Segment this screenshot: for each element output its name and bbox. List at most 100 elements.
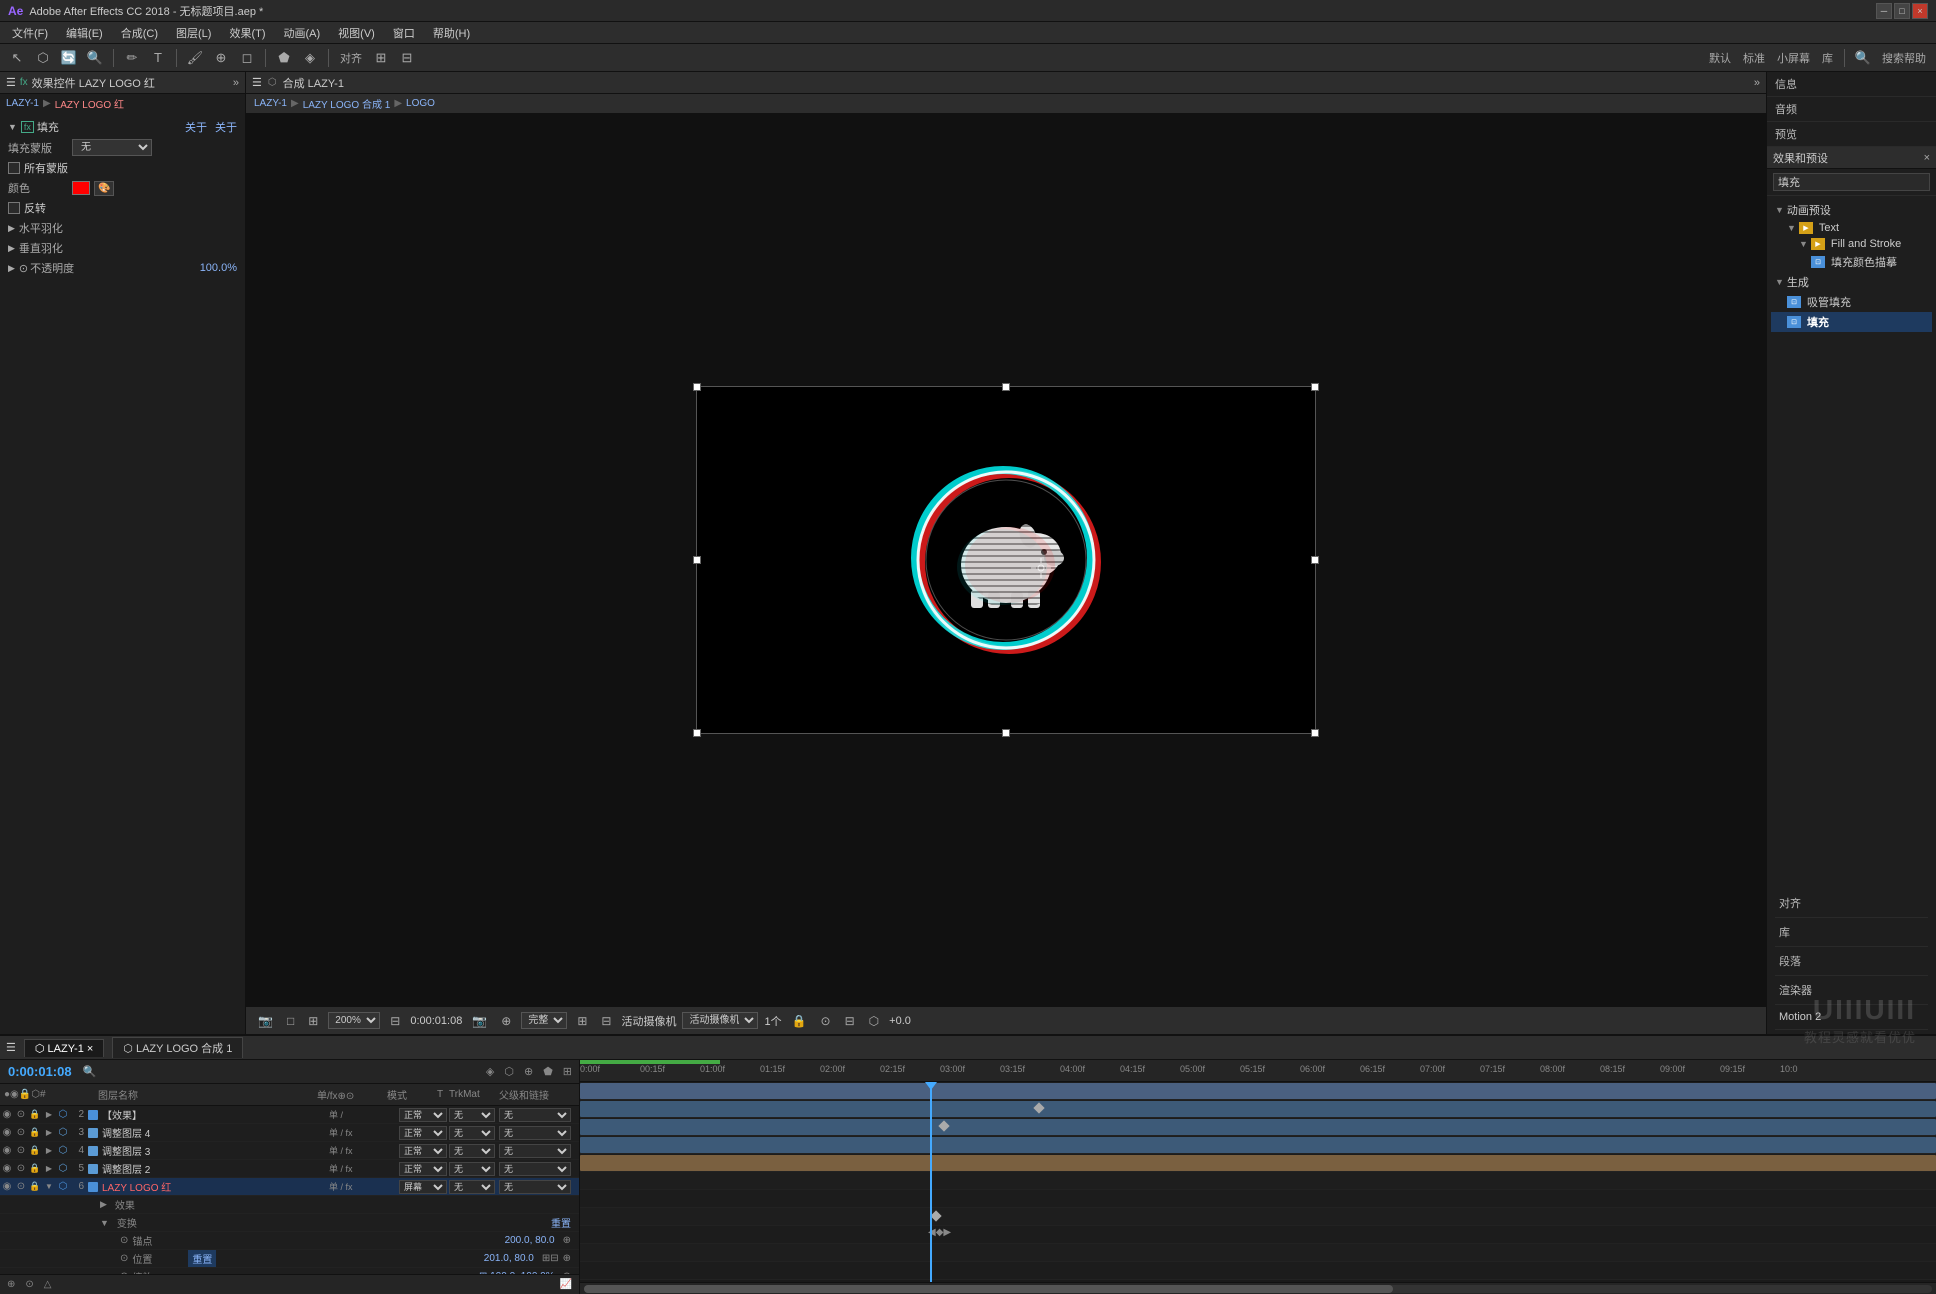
layer-4-solo[interactable]: ⊙	[14, 1145, 28, 1156]
all-masks-check[interactable]: 所有蒙版	[8, 160, 68, 176]
right-preview[interactable]: 预览	[1767, 122, 1936, 147]
timeline-scrollbar[interactable]	[580, 1282, 1936, 1294]
timeline-menu-icon[interactable]: ☰	[6, 1041, 16, 1054]
track-bar-3[interactable]	[580, 1101, 1936, 1117]
tool-zoom[interactable]: 🔍	[84, 47, 106, 69]
sub-position-value[interactable]: 201.0, 80.0	[484, 1253, 542, 1264]
layer-3-name[interactable]: 调整图层 4	[100, 1125, 329, 1140]
quality-select[interactable]: 完整 1/2 1/4	[521, 1012, 567, 1029]
layer-3-visibility[interactable]: ◉	[0, 1127, 14, 1138]
effects-close-btn[interactable]: ×	[1924, 152, 1930, 164]
preview-fit-btn[interactable]: ⊟	[386, 1013, 404, 1029]
comp-menu-icon[interactable]: ☰	[252, 76, 262, 89]
handle-bc[interactable]	[1002, 729, 1010, 737]
preview-grid-btn[interactable]: ⊞	[573, 1013, 591, 1029]
layer-6-lock[interactable]: 🔒	[28, 1181, 42, 1192]
tree-eyedropper-fill[interactable]: ⊡ 吸管填充	[1771, 292, 1932, 312]
tl-mode-btn[interactable]: ◈	[483, 1064, 497, 1079]
bc-lazylogo[interactable]: LAZY LOGO 合成 1	[303, 96, 391, 111]
layer-2-parent-select[interactable]: 无	[499, 1108, 571, 1122]
layer-5-parent-select[interactable]: 无	[499, 1162, 571, 1176]
tool-align[interactable]: ⊞	[370, 47, 392, 69]
fill-reset-label[interactable]: 关于	[215, 119, 237, 135]
tl-graph-btn[interactable]: 📈	[557, 1278, 575, 1291]
layer-3-lock[interactable]: 🔒	[28, 1127, 42, 1138]
layer-4-lock[interactable]: 🔒	[28, 1145, 42, 1156]
tool-pen[interactable]: ✏	[121, 47, 143, 69]
zoom-select[interactable]: 200% 100% 50%	[328, 1012, 380, 1029]
layer-5-lock[interactable]: 🔒	[28, 1163, 42, 1174]
tool-text[interactable]: T	[147, 47, 169, 69]
handle-mr[interactable]	[1311, 556, 1319, 564]
preview-regions-btn[interactable]: □	[283, 1013, 298, 1029]
layer-6-name[interactable]: LAZY LOGO 红	[100, 1179, 329, 1194]
tl-motion-btn[interactable]: ⊕	[521, 1064, 536, 1079]
handle-tr[interactable]	[1311, 383, 1319, 391]
tab-lazylogo[interactable]: ⬡ LAZY LOGO 合成 1	[112, 1037, 243, 1058]
tool-puppet[interactable]: ◈	[299, 47, 321, 69]
tree-fill-stroke-folder[interactable]: ▼ ▶ Fill and Stroke	[1771, 236, 1932, 252]
color-swatch[interactable]	[72, 181, 90, 195]
layer-6-parent-select[interactable]: 无	[499, 1180, 571, 1194]
tree-generate-group[interactable]: ▼ 生成	[1771, 272, 1932, 292]
tool-snapping[interactable]: ⊟	[396, 47, 418, 69]
tool-roto[interactable]: ⬟	[273, 47, 295, 69]
tool-orbit[interactable]: 🔄	[58, 47, 80, 69]
layer-6-collapse[interactable]: ▼	[42, 1182, 56, 1191]
layer-3-solo[interactable]: ⊙	[14, 1127, 28, 1138]
menu-view[interactable]: 视图(V)	[330, 23, 383, 43]
menu-composition[interactable]: 合成(C)	[113, 23, 166, 43]
tl-mask-btn[interactable]: ⬟	[540, 1064, 556, 1079]
bc-lazy1[interactable]: LAZY-1	[254, 98, 287, 109]
layer-5-visibility[interactable]: ◉	[0, 1163, 14, 1174]
tl-compose-btn[interactable]: ⬡	[501, 1064, 517, 1079]
layer-2-visibility[interactable]: ◉	[0, 1109, 14, 1120]
close-button[interactable]: ×	[1912, 3, 1928, 19]
layer-5-name[interactable]: 调整图层 2	[100, 1161, 329, 1176]
layer-3-mode-select[interactable]: 正常	[399, 1126, 447, 1140]
preview-transparent-btn[interactable]: ⊞	[304, 1013, 322, 1029]
sub-anchor-value[interactable]: 200.0, 80.0	[505, 1235, 563, 1246]
tool-select[interactable]: ↖	[6, 47, 28, 69]
comp-expand-btn[interactable]: »	[1754, 77, 1760, 89]
layer-5-mode-select[interactable]: 正常	[399, 1162, 447, 1176]
tool-shape[interactable]: ⬡	[32, 47, 54, 69]
panel-expand-btn[interactable]: »	[233, 77, 239, 89]
layer-3-collapse[interactable]: ▶	[42, 1128, 56, 1137]
right-renderer[interactable]: 渲染器	[1775, 976, 1928, 1005]
playhead[interactable]	[930, 1082, 932, 1282]
tl-search-btn[interactable]: 🔍	[80, 1064, 100, 1079]
preview-guide-btn[interactable]: ⊟	[597, 1013, 615, 1029]
sub-position-alias[interactable]: 重置	[188, 1250, 216, 1267]
camera-select[interactable]: 活动摄像机	[682, 1012, 758, 1029]
fill-about-label[interactable]: 关于	[185, 119, 207, 135]
tl-expr-btn[interactable]: ⊞	[560, 1064, 575, 1079]
layer-5-solo[interactable]: ⊙	[14, 1163, 28, 1174]
layer-2-lock[interactable]: 🔒	[28, 1109, 42, 1120]
menu-animation[interactable]: 动画(A)	[276, 23, 329, 43]
right-info[interactable]: 信息	[1767, 72, 1936, 97]
right-motion2[interactable]: Motion 2	[1775, 1005, 1928, 1030]
layer-4-collapse[interactable]: ▶	[42, 1146, 56, 1155]
preview-safe-btn[interactable]: ⊟	[841, 1013, 859, 1029]
layer-6-solo[interactable]: ⊙	[14, 1181, 28, 1192]
layer-4-visibility[interactable]: ◉	[0, 1145, 14, 1156]
layer-2-name[interactable]: 【效果】	[100, 1107, 329, 1122]
layer-5-trkmat-select[interactable]: 无	[449, 1162, 495, 1176]
right-align[interactable]: 对齐	[1775, 889, 1928, 918]
handle-br[interactable]	[1311, 729, 1319, 737]
fill-mask-dropdown[interactable]: 无	[72, 139, 152, 156]
track-bar-5[interactable]	[580, 1137, 1936, 1153]
preview-3d-btn[interactable]: ⬡	[865, 1013, 883, 1029]
layer-6-trkmat-select[interactable]: 无	[449, 1180, 495, 1194]
preview-refresh-btn[interactable]: ⊕	[497, 1013, 515, 1029]
layer-3-parent-select[interactable]: 无	[499, 1126, 571, 1140]
layer-4-trkmat-select[interactable]: 无	[449, 1144, 495, 1158]
layer-4-parent-select[interactable]: 无	[499, 1144, 571, 1158]
layer-4-mode-select[interactable]: 正常	[399, 1144, 447, 1158]
layer-2-collapse[interactable]: ▶	[42, 1110, 56, 1119]
workspace-small[interactable]: 小屏幕	[1773, 50, 1814, 66]
sub-position-stopwatch[interactable]: ⊕	[563, 1253, 571, 1264]
tl-add-btn[interactable]: ⊕	[4, 1278, 18, 1291]
menu-layer[interactable]: 图层(L)	[168, 23, 219, 43]
